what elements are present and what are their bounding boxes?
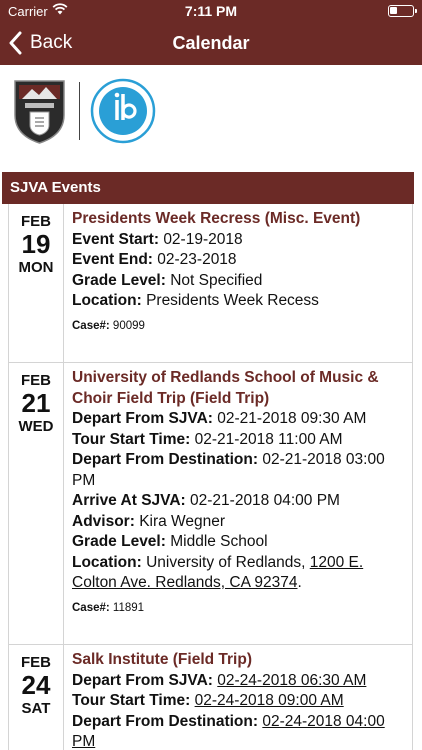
grade-level-line: Grade Level: Not Specified — [72, 271, 263, 289]
page-title: Calendar — [172, 33, 250, 53]
event-start-line: Event Start: 02-19-2018 — [72, 230, 243, 248]
depart-destination-line: Depart From Destination: 02-24-2018 04:0… — [72, 712, 385, 750]
school-crest-logo — [14, 80, 65, 144]
event-day: 24 — [21, 670, 51, 700]
events-list: FEB 19 MON Presidents Week Recress (Misc… — [8, 204, 413, 750]
depart-time-link[interactable]: 02-24-2018 06:30 AM — [217, 672, 366, 689]
ib-world-school-logo — [90, 78, 156, 144]
event-end-line: Event End: 02-23-2018 — [72, 251, 237, 268]
battery-icon — [388, 5, 417, 17]
section-header: SJVA Events — [2, 172, 414, 204]
event-weekday: MON — [18, 259, 54, 276]
event-weekday: SAT — [21, 700, 51, 717]
event-row[interactable]: FEB 19 MON Presidents Week Recress (Misc… — [9, 204, 412, 363]
event-row[interactable]: FEB 21 WED University of Redlands School… — [9, 363, 412, 645]
tour-time-link[interactable]: 02-24-2018 09:00 AM — [195, 692, 344, 709]
status-bar: Carrier 7:11 PM — [0, 0, 422, 22]
event-date: FEB 24 SAT — [9, 645, 64, 750]
event-title: Salk Institute (Field Trip) — [72, 651, 252, 668]
event-date: FEB 19 MON — [9, 204, 64, 362]
arrive-sjva-line: Arrive At SJVA: 02-21-2018 04:00 PM — [72, 492, 340, 509]
event-date: FEB 21 WED — [9, 363, 64, 644]
event-month: FEB — [21, 654, 51, 671]
logo-divider — [79, 82, 80, 140]
event-weekday: WED — [18, 418, 54, 435]
tour-start-line: Tour Start Time: 02-21-2018 11:00 AM — [72, 430, 343, 448]
depart-sjva-line: Depart From SJVA: 02-21-2018 09:30 AM — [72, 410, 367, 427]
clock: 7:11 PM — [184, 3, 238, 19]
event-title: Presidents Week Recress (Misc. Event) — [72, 210, 361, 227]
event-details: Salk Institute (Field Trip) Depart From … — [72, 650, 406, 750]
event-details: University of Redlands School of Music &… — [72, 368, 406, 618]
advisor-line: Advisor: Kira Wegner — [72, 512, 226, 530]
depart-sjva-line: Depart From SJVA: 02-24-2018 06:30 AM — [72, 671, 367, 689]
location-line: Location: Presidents Week Recess — [72, 292, 319, 309]
grade-level-line: Grade Level: Middle School — [72, 533, 268, 550]
header: Carrier 7:11 PM Back Calendar — [0, 0, 422, 65]
events-section: SJVA Events FEB 19 MON Presidents Week R… — [0, 172, 422, 750]
navigation-bar: Back Calendar — [0, 22, 422, 65]
depart-destination-line: Depart From Destination: 02-21-2018 03:0… — [72, 451, 385, 489]
case-number: Case#: 11891 — [72, 601, 145, 614]
event-day: 21 — [21, 388, 51, 418]
event-month: FEB — [21, 213, 51, 230]
case-number: Case#: 90099 — [72, 319, 145, 332]
location-line: Location: University of Redlands, 1200 E… — [72, 553, 364, 592]
event-row[interactable]: FEB 24 SAT Salk Institute (Field Trip) D… — [9, 645, 412, 750]
event-day: 19 — [21, 229, 51, 259]
event-title: University of Redlands School of Music &… — [72, 369, 379, 407]
event-month: FEB — [21, 372, 51, 389]
event-details: Presidents Week Recress (Misc. Event) Ev… — [72, 209, 406, 336]
tour-start-line: Tour Start Time: 02-24-2018 09:00 AM — [72, 692, 344, 709]
school-logos — [12, 76, 156, 146]
